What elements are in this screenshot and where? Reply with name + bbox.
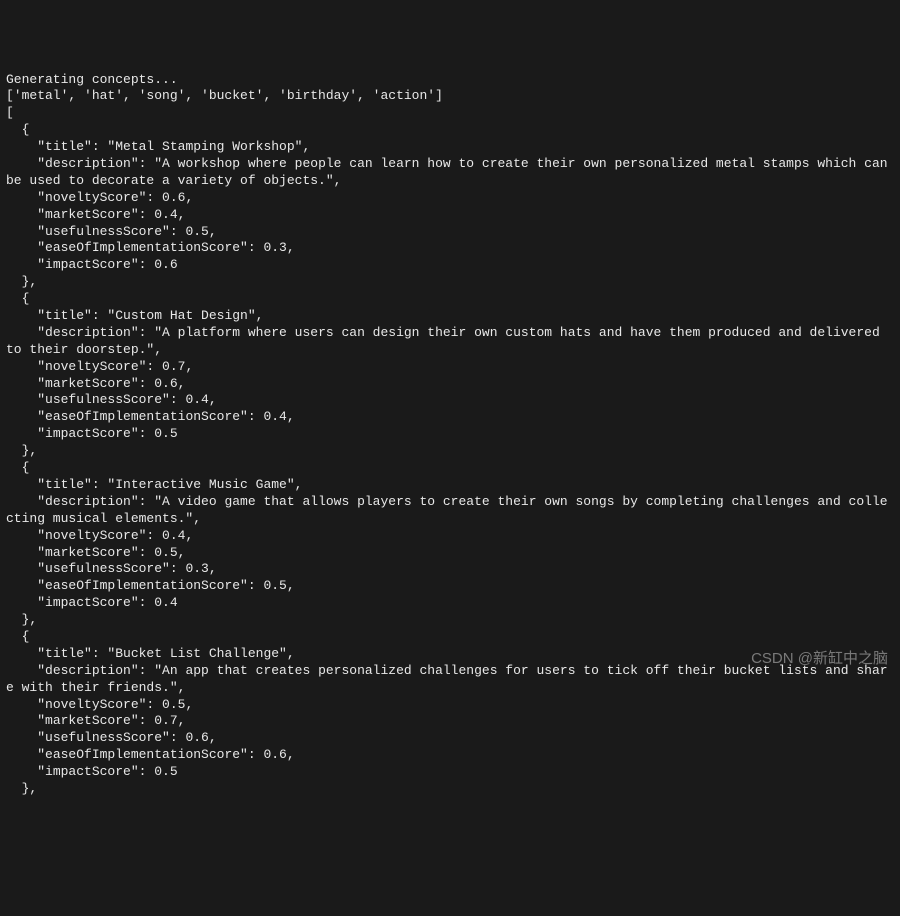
concepts-array: ['metal', 'hat', 'song', 'bucket', 'birt…: [6, 88, 443, 103]
header-line: Generating concepts...: [6, 72, 178, 87]
terminal-output: Generating concepts... ['metal', 'hat', …: [6, 72, 894, 798]
json-entries: { "title": "Metal Stamping Workshop", "d…: [6, 122, 895, 796]
